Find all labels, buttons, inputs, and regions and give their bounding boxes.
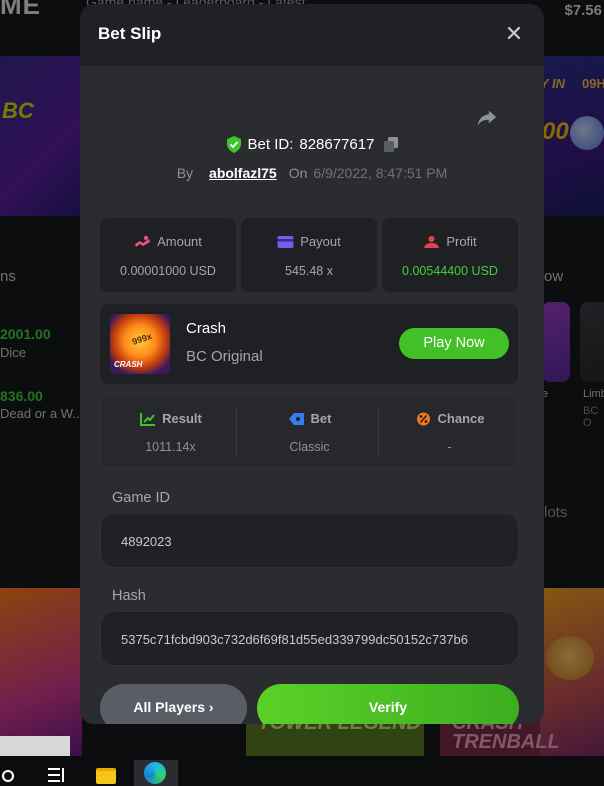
game-subtitle: BC Original — [186, 348, 263, 365]
divider — [378, 409, 379, 455]
os-taskbar — [0, 736, 604, 786]
game-name: Crash — [186, 320, 227, 337]
game-id-label: Game ID — [112, 490, 171, 506]
bet-tag-icon — [288, 412, 304, 425]
result-column: Result 1011.14x — [101, 395, 240, 469]
profit-label: Profit — [446, 234, 477, 249]
chevron-right-icon: › — [208, 699, 214, 715]
window-strip — [0, 736, 70, 756]
bet-slip-modal: Bet Slip ✕ Bet ID: 828677617 By abolfazl… — [80, 4, 544, 724]
result-box: Result 1011.14x Bet Classic Chance - — [100, 394, 518, 468]
profit-value: 0.00544400 USD — [402, 264, 498, 278]
username-link[interactable]: abolfazl75 — [209, 165, 277, 181]
amount-label: Amount — [157, 234, 202, 249]
hash-value: 5375c71fcbd903c732d6f69f81d55ed339799dc5… — [121, 632, 468, 647]
bet-id-value: 828677617 — [299, 136, 375, 153]
bet-label: Bet — [310, 411, 332, 426]
chance-icon — [416, 412, 430, 425]
bet-id-row: Bet ID: 828677617 — [80, 136, 544, 157]
modal-header: Bet Slip ✕ — [80, 4, 544, 62]
chance-column: Chance - — [380, 395, 519, 469]
game-id-field[interactable]: 4892023 — [100, 513, 519, 568]
amount-value: 0.00001000 USD — [120, 264, 216, 278]
chance-value: - — [447, 440, 452, 454]
all-players-label: All Players — [133, 699, 206, 715]
game-id-value: 4892023 — [121, 534, 172, 549]
edge-taskbar-button[interactable] — [134, 760, 178, 786]
profit-icon — [424, 235, 440, 248]
file-explorer-icon[interactable] — [96, 768, 116, 784]
verified-shield-icon — [226, 136, 241, 153]
payout-label: Payout — [300, 234, 341, 249]
payout-value: 545.48 x — [285, 264, 333, 278]
edge-browser-icon — [144, 762, 166, 784]
payout-icon — [277, 235, 294, 248]
result-label: Result — [162, 411, 202, 426]
verify-button[interactable]: Verify — [257, 684, 519, 724]
hash-label: Hash — [112, 588, 146, 604]
payout-box: Payout 545.48 x — [241, 218, 377, 292]
bet-id-label: Bet ID: — [247, 136, 294, 153]
result-value: 1011.14x — [145, 440, 196, 454]
copy-icon[interactable] — [384, 137, 399, 152]
bet-column: Bet Classic — [240, 395, 379, 469]
close-icon[interactable]: ✕ — [502, 22, 526, 46]
thumb-label: CRASH — [114, 360, 143, 369]
game-card: 999x CRASH Crash BC Original Play Now — [100, 304, 518, 384]
by-row: By abolfazl75 On 6/9/2022, 8:47:51 PM — [80, 165, 544, 181]
all-players-button[interactable]: All Players › — [100, 684, 247, 724]
bet-value: Classic — [289, 440, 330, 454]
thumb-multiplier: 999x — [130, 331, 154, 347]
play-now-button[interactable]: Play Now — [399, 328, 509, 359]
share-icon[interactable] — [476, 106, 498, 128]
crash-game-thumbnail[interactable]: 999x CRASH — [110, 314, 170, 374]
hash-field[interactable]: 5375c71fcbd903c732d6f69f81d55ed339799dc5… — [100, 611, 519, 666]
chance-label: Chance — [437, 411, 485, 426]
amount-icon — [135, 235, 151, 247]
result-icon — [140, 412, 156, 426]
task-view-icon[interactable] — [48, 768, 64, 782]
divider — [236, 409, 237, 455]
profit-box: Profit 0.00544400 USD — [382, 218, 518, 292]
modal-title: Bet Slip — [98, 24, 162, 43]
modal-body: Bet ID: 828677617 By abolfazl75 On 6/9/2… — [80, 66, 544, 724]
on-label: On — [288, 165, 308, 181]
search-icon[interactable] — [2, 770, 14, 782]
bet-date: 6/9/2022, 8:47:51 PM — [313, 165, 448, 181]
amount-box: Amount 0.00001000 USD — [100, 218, 236, 292]
by-label: By — [176, 165, 194, 181]
